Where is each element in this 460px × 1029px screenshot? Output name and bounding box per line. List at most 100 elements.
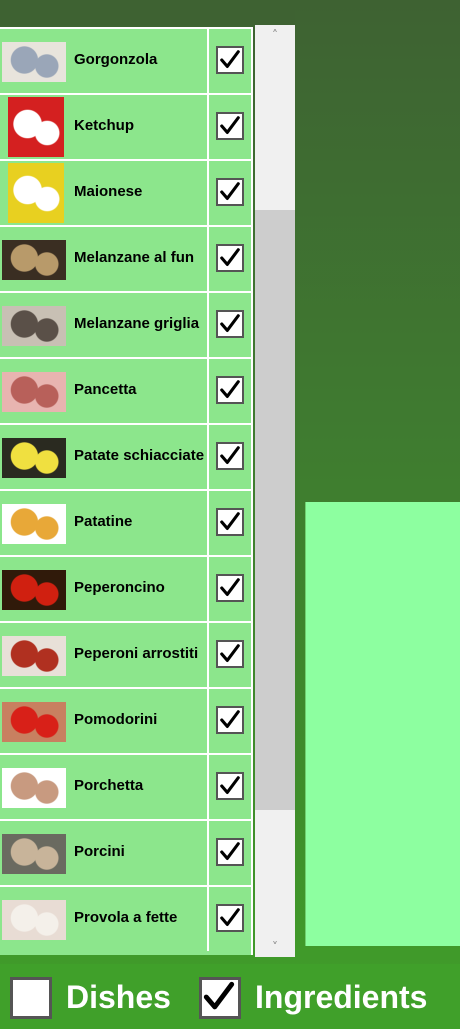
- ingredient-checkbox[interactable]: [216, 508, 244, 536]
- ingredient-cell[interactable]: Melanzane griglia: [0, 293, 206, 355]
- row-divider: [0, 819, 253, 821]
- column-divider: [207, 159, 209, 225]
- ingredient-cell[interactable]: Melanzane al fun: [0, 227, 206, 289]
- ingredient-check-cell: [209, 689, 251, 751]
- ingredient-name: Melanzane al fun: [74, 249, 195, 266]
- scroll-thumb[interactable]: [255, 210, 295, 810]
- row-divider: [0, 27, 253, 29]
- ingredient-check-cell: [209, 425, 251, 487]
- ingredient-check-cell: [209, 95, 251, 157]
- ingredient-name: Melanzane griglia: [74, 315, 200, 332]
- dishes-label[interactable]: Dishes: [66, 972, 171, 1022]
- ingredient-row[interactable]: Patate schiacciate: [0, 423, 253, 489]
- ingredient-checkbox[interactable]: [216, 178, 244, 206]
- detail-panel: [305, 502, 460, 946]
- ingredient-checkbox[interactable]: [216, 574, 244, 602]
- ingredient-cell[interactable]: Patate schiacciate: [0, 425, 206, 487]
- ingredient-name: Provola a fette: [74, 909, 178, 926]
- scroll-down-arrow-icon[interactable]: ˅: [255, 937, 295, 957]
- row-divider: [0, 423, 253, 425]
- ingredient-cell[interactable]: Peperoni arrostiti: [0, 623, 206, 685]
- ingredient-row[interactable]: Maionese: [0, 159, 253, 225]
- row-divider: [0, 753, 253, 755]
- ingredient-row[interactable]: Porchetta: [0, 753, 253, 819]
- column-divider: [207, 489, 209, 555]
- ingredient-cell[interactable]: Pancetta: [0, 359, 206, 421]
- ingredient-row[interactable]: Patatine: [0, 489, 253, 555]
- list-edge: [251, 27, 253, 955]
- ingredients-checkbox[interactable]: [199, 977, 241, 1019]
- ingredient-cell[interactable]: Provola a fette: [0, 887, 206, 949]
- ingredient-checkbox[interactable]: [216, 706, 244, 734]
- ingredient-row[interactable]: Peperoni arrostiti: [0, 621, 253, 687]
- ingredient-check-cell: [209, 161, 251, 223]
- ingredient-name: Porchetta: [74, 777, 144, 794]
- ingredient-checkbox[interactable]: [216, 376, 244, 404]
- ingredient-checkbox[interactable]: [216, 838, 244, 866]
- ingredient-checkbox[interactable]: [216, 904, 244, 932]
- column-divider: [207, 423, 209, 489]
- scroll-up-arrow-icon[interactable]: ˄: [255, 25, 295, 45]
- ingredient-row[interactable]: Ketchup: [0, 93, 253, 159]
- porchetta-photo: [2, 768, 66, 808]
- ingredient-checkbox[interactable]: [216, 244, 244, 272]
- melanzane-grigliate-photo: [2, 306, 66, 346]
- ingredients-label[interactable]: Ingredients: [255, 972, 427, 1022]
- ingredient-row[interactable]: Peperoncino: [0, 555, 253, 621]
- ingredient-name: Pancetta: [74, 381, 137, 398]
- list-scrollbar[interactable]: ˄ ˅: [255, 25, 295, 957]
- row-divider: [0, 885, 253, 887]
- ingredient-checkbox[interactable]: [216, 310, 244, 338]
- ingredient-check-cell: [209, 227, 251, 289]
- maionese-photo: [8, 163, 64, 223]
- ingredient-cell[interactable]: Peperoncino: [0, 557, 206, 619]
- ingredient-cell[interactable]: Porcini: [0, 821, 206, 883]
- pomodorini-photo: [2, 702, 66, 742]
- ingredient-list[interactable]: Gorgonzola Ketchup Maionese Melanzane al fu…: [0, 27, 253, 955]
- ingredient-name: Peperoni arrostiti: [74, 645, 199, 662]
- dishes-checkbox[interactable]: [10, 977, 52, 1019]
- ingredient-checkbox[interactable]: [216, 46, 244, 74]
- ingredient-cell[interactable]: Maionese: [0, 161, 206, 223]
- column-divider: [207, 753, 209, 819]
- ingredient-cell[interactable]: Ketchup: [0, 95, 206, 157]
- ingredient-check-cell: [209, 623, 251, 685]
- ingredient-checkbox[interactable]: [216, 112, 244, 140]
- ingredient-row[interactable]: Provola a fette: [0, 885, 253, 951]
- ingredient-check-cell: [209, 821, 251, 883]
- ingredient-checkbox[interactable]: [216, 640, 244, 668]
- ingredient-cell[interactable]: Patatine: [0, 491, 206, 553]
- ingredient-row[interactable]: Pomodorini: [0, 687, 253, 753]
- ingredient-checkbox[interactable]: [216, 442, 244, 470]
- row-divider: [0, 687, 253, 689]
- column-divider: [207, 687, 209, 753]
- column-divider: [207, 225, 209, 291]
- row-divider: [0, 159, 253, 161]
- filter-bar: Dishes Ingredients: [0, 964, 460, 1029]
- ingredient-check-cell: [209, 755, 251, 817]
- row-divider: [0, 489, 253, 491]
- ingredient-check-cell: [209, 491, 251, 553]
- ingredient-row[interactable]: Gorgonzola: [0, 27, 253, 93]
- row-divider: [0, 357, 253, 359]
- column-divider: [207, 291, 209, 357]
- ingredient-cell[interactable]: Pomodorini: [0, 689, 206, 751]
- provola-photo: [2, 900, 66, 940]
- row-divider: [0, 225, 253, 227]
- row-divider: [0, 291, 253, 293]
- row-divider: [0, 93, 253, 95]
- ingredient-name: Patate schiacciate: [74, 447, 204, 464]
- ingredient-row[interactable]: Melanzane griglia: [0, 291, 253, 357]
- ingredient-cell[interactable]: Porchetta: [0, 755, 206, 817]
- pancetta-photo: [2, 372, 66, 412]
- ingredient-name: Patatine: [74, 513, 133, 530]
- ingredient-row[interactable]: Porcini: [0, 819, 253, 885]
- row-divider: [0, 621, 253, 623]
- ingredient-check-cell: [209, 887, 251, 949]
- ingredient-row[interactable]: Melanzane al fun: [0, 225, 253, 291]
- column-divider: [207, 93, 209, 159]
- ingredient-row[interactable]: Pancetta: [0, 357, 253, 423]
- ingredient-cell[interactable]: Gorgonzola: [0, 29, 206, 91]
- ingredient-name: Pomodorini: [74, 711, 158, 728]
- ingredient-checkbox[interactable]: [216, 772, 244, 800]
